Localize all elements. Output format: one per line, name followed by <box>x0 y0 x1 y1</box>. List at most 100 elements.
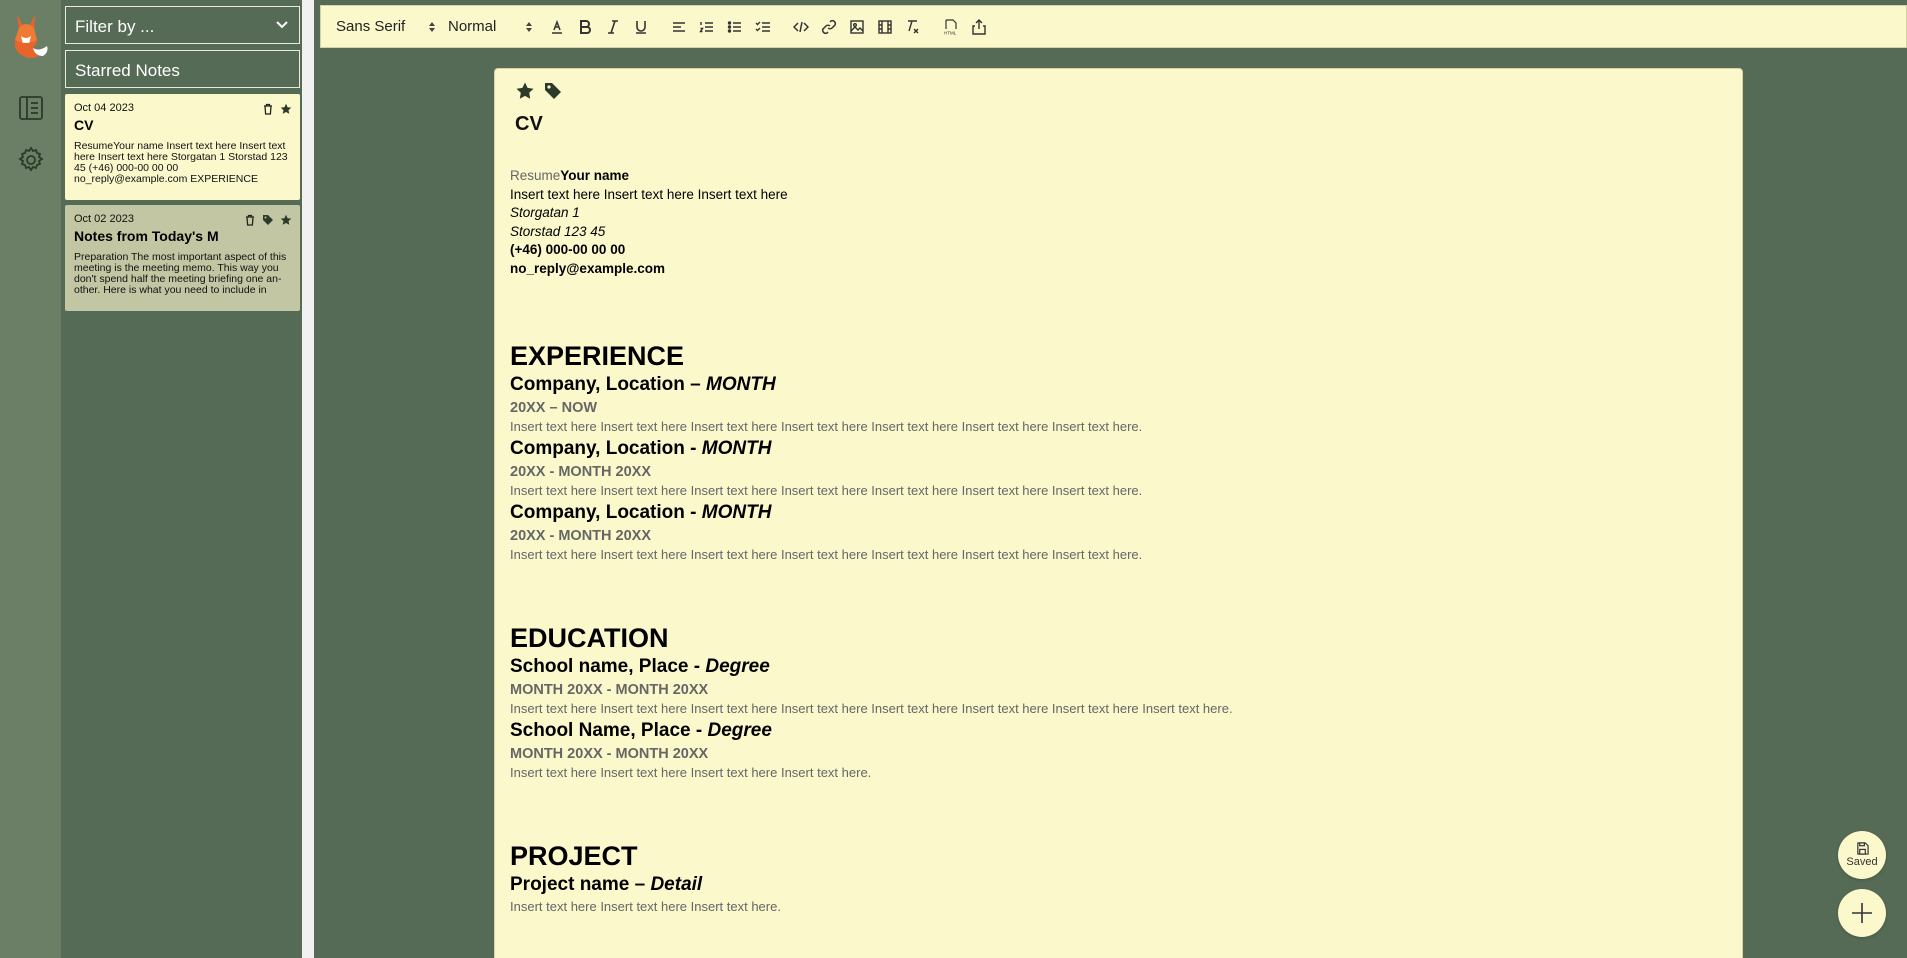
clear-format-icon <box>908 19 919 33</box>
add-note-button[interactable] <box>1838 889 1886 937</box>
underline-icon <box>636 20 646 34</box>
font-family-value: Sans Serif <box>336 18 406 35</box>
svg-text:HTML: HTML <box>944 30 957 35</box>
school-heading: School Name, Place - Degree <box>510 718 1710 744</box>
star-icon[interactable] <box>280 103 292 115</box>
plus-icon <box>1852 903 1872 923</box>
school-dates: MONTH 20XX - MONTH 20XX <box>510 746 709 762</box>
chevron-down-icon <box>276 21 288 29</box>
note-title: CV <box>74 117 94 133</box>
link-button[interactable] <box>815 13 843 41</box>
trash-icon[interactable] <box>244 214 256 226</box>
text-color-button[interactable] <box>543 13 571 41</box>
project-name-text: Project name – <box>510 874 651 895</box>
job-heading: Company, Location - MONTH <box>510 500 1710 526</box>
editor-toolbar: Sans Serif Normal HTML <box>320 5 1907 48</box>
job-heading: Company, Location - MONTH <box>510 436 1710 462</box>
company-text: Company, Location - <box>510 438 702 459</box>
resume-label: Resume <box>510 168 561 183</box>
note-card[interactable]: Oct 04 2023 CV ResumeYour name Insert te… <box>65 94 300 200</box>
app-rail <box>0 0 61 958</box>
video-button[interactable] <box>871 13 899 41</box>
note-excerpt: ResumeYour name Insert text here Insert … <box>74 141 288 185</box>
email-text: no_reply@example.com <box>510 260 665 276</box>
select-arrows-icon <box>526 21 532 32</box>
tagline-text: Insert text here Insert text here Insert… <box>510 186 788 202</box>
share-button[interactable] <box>965 13 993 41</box>
video-icon <box>878 19 892 34</box>
italic-icon <box>608 19 618 34</box>
align-button[interactable] <box>665 13 693 41</box>
save-icon <box>1856 842 1869 855</box>
school-heading: School name, Place - Degree <box>510 654 1710 680</box>
link-icon <box>821 19 837 34</box>
share-icon <box>972 18 986 35</box>
job-dates: 20XX - MONTH 20XX <box>510 528 652 544</box>
note-title: Notes from Today's M <box>74 228 219 244</box>
font-family-select[interactable]: Sans Serif <box>336 18 436 35</box>
school-dates: MONTH 20XX - MONTH 20XX <box>510 682 709 698</box>
job-description: Insert text here Insert text here Insert… <box>510 483 1143 498</box>
bold-icon <box>580 19 591 34</box>
degree-text: Degree <box>705 656 770 677</box>
job-description: Insert text here Insert text here Insert… <box>510 419 1143 434</box>
clear-format-button[interactable] <box>899 13 927 41</box>
school-text: School Name, Place - <box>510 720 708 741</box>
gear-icon[interactable] <box>17 146 45 174</box>
bullet-list-icon <box>727 20 741 33</box>
saved-label: Saved <box>1846 856 1878 868</box>
name-text: Your name <box>560 168 630 183</box>
month-text: MONTH <box>701 502 772 523</box>
trash-icon[interactable] <box>262 103 274 115</box>
school-text: School name, Place - <box>510 656 706 677</box>
bold-button[interactable] <box>571 13 599 41</box>
filter-dropdown[interactable]: Filter by ... <box>65 6 300 44</box>
ordered-list-icon <box>699 21 713 32</box>
document-content[interactable]: ResumeYour name Insert text here Insert … <box>510 167 1710 916</box>
image-icon <box>850 19 864 34</box>
notes-panel-icon[interactable] <box>17 94 45 122</box>
align-icon <box>673 21 685 32</box>
bullet-list-button[interactable] <box>721 13 749 41</box>
font-size-value: Normal <box>448 18 497 35</box>
html-export-button[interactable]: HTML <box>937 13 965 41</box>
html-export-icon: HTML <box>944 18 957 35</box>
star-icon[interactable] <box>515 81 535 101</box>
saved-status-button[interactable]: Saved <box>1838 831 1886 879</box>
street-text: Storgatan 1 <box>510 205 580 220</box>
check-list-icon <box>755 21 770 32</box>
note-excerpt: Preparation The most important aspect of… <box>74 252 287 296</box>
code-icon <box>793 21 809 32</box>
section-heading: EDUCATION <box>510 623 669 653</box>
fox-logo-icon <box>14 14 48 58</box>
project-detail-text: Detail <box>650 874 703 895</box>
starred-notes-label: Starred Notes <box>75 61 180 80</box>
section-heading: PROJECT <box>510 841 638 871</box>
month-text: MONTH <box>706 374 776 395</box>
tag-icon[interactable] <box>262 214 274 226</box>
company-text: Company, Location - <box>510 502 702 523</box>
star-icon[interactable] <box>280 214 292 226</box>
job-heading: Company, Location – MONTH <box>510 372 1710 398</box>
code-button[interactable] <box>787 13 815 41</box>
note-card[interactable]: Oct 02 2023 Notes from Today's M Prepara… <box>65 205 300 311</box>
project-heading: Project name – Detail <box>510 872 1710 898</box>
underline-button[interactable] <box>627 13 655 41</box>
tag-icon[interactable] <box>543 81 563 101</box>
italic-button[interactable] <box>599 13 627 41</box>
project-description: Insert text here Insert text here Insert… <box>510 899 781 914</box>
starred-notes-filter[interactable]: Starred Notes <box>65 50 300 88</box>
company-text: Company, Location – <box>510 374 707 395</box>
notes-list-panel: Filter by ... Starred Notes Oct 04 2023 … <box>61 0 302 958</box>
check-list-button[interactable] <box>749 13 777 41</box>
city-text: Storstad 123 45 <box>510 223 606 239</box>
document-title[interactable]: CV <box>515 113 543 136</box>
school-description: Insert text here Insert text here Insert… <box>510 765 872 780</box>
list-scrollbar[interactable] <box>302 0 314 958</box>
ordered-list-button[interactable] <box>693 13 721 41</box>
font-size-select[interactable]: Normal <box>448 18 533 35</box>
editor-document[interactable]: CV ResumeYour name Insert text here Inse… <box>494 68 1743 958</box>
phone-text: (+46) 000-00 00 00 <box>510 242 626 257</box>
degree-text: Degree <box>707 720 772 741</box>
image-button[interactable] <box>843 13 871 41</box>
